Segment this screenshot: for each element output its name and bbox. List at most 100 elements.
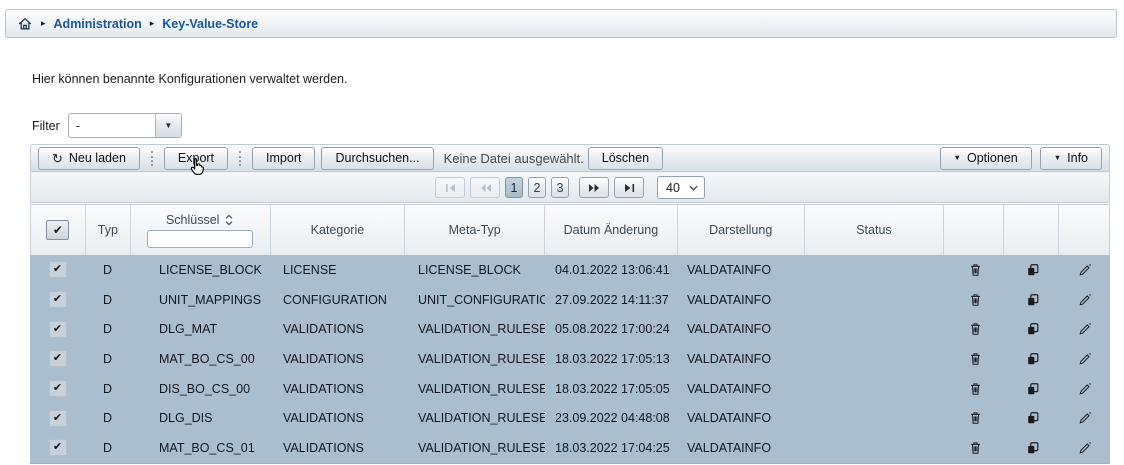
sort-icon (224, 214, 234, 226)
table-row[interactable]: ✔ D MAT_BO_CS_01 VALIDATIONS VALIDATION_… (30, 433, 1110, 463)
cell-datum-aenderung: 18.03.2022 17:04:25 (545, 441, 678, 455)
edit-row-button[interactable] (1060, 352, 1110, 366)
table-row[interactable]: ✔ D DLG_DIS VALIDATIONS VALIDATION_RULES… (30, 403, 1110, 433)
info-menu-button[interactable]: ▼ Info (1040, 147, 1102, 170)
check-icon: ✔ (53, 413, 62, 424)
copy-row-button[interactable] (1005, 263, 1060, 277)
delete-row-button[interactable] (945, 411, 1005, 425)
cell-schluessel: DLG_DIS (130, 411, 270, 425)
header-datum-label: Datum Änderung (564, 223, 659, 237)
edit-row-button[interactable] (1060, 382, 1110, 396)
reload-button[interactable]: ↻ Neu laden (38, 147, 140, 170)
cell-datum-aenderung: 18.03.2022 17:05:05 (545, 382, 678, 396)
rows-per-page-select[interactable]: 40 (657, 176, 705, 199)
delete-button-label: Löschen (602, 151, 649, 165)
edit-row-button[interactable] (1060, 441, 1110, 455)
trash-icon (969, 441, 982, 455)
cell-darstellung: VALDATAINFO (678, 382, 805, 396)
copy-row-button[interactable] (1005, 411, 1060, 425)
options-menu-button[interactable]: ▼ Optionen (940, 147, 1032, 170)
copy-icon (1026, 322, 1040, 336)
filter-dropdown-button[interactable]: ▼ (155, 114, 181, 137)
edit-row-button[interactable] (1060, 293, 1110, 307)
paginator-page-1[interactable]: 1 (505, 177, 523, 198)
row-checkbox[interactable]: ✔ (49, 439, 67, 456)
cell-darstellung: VALDATAINFO (678, 263, 805, 277)
copy-icon (1026, 441, 1040, 455)
copy-row-button[interactable] (1005, 352, 1060, 366)
delete-row-button[interactable] (945, 322, 1005, 336)
delete-row-button[interactable] (945, 441, 1005, 455)
delete-button[interactable]: Löschen (588, 147, 663, 170)
cell-meta-typ: UNIT_CONFIGURATION (405, 293, 545, 307)
schluessel-filter-input[interactable] (147, 230, 253, 248)
header-action-delete (944, 205, 1004, 255)
cell-darstellung: VALDATAINFO (678, 293, 805, 307)
breadcrumb: ▸ Administration ▸ Key-Value-Store (5, 9, 1117, 38)
home-icon[interactable] (17, 16, 33, 32)
table-row[interactable]: ✔ D MAT_BO_CS_00 VALIDATIONS VALIDATION_… (30, 344, 1110, 374)
row-checkbox[interactable]: ✔ (49, 350, 67, 367)
row-checkbox[interactable]: ✔ (49, 261, 67, 278)
paginator-last-button[interactable] (614, 177, 644, 198)
cell-meta-typ: LICENSE_BLOCK (405, 263, 545, 277)
copy-icon (1026, 382, 1040, 396)
edit-row-button[interactable] (1060, 263, 1110, 277)
check-icon: ✔ (53, 324, 62, 335)
header-kategorie: Kategorie (271, 205, 406, 255)
copy-row-button[interactable] (1005, 293, 1060, 307)
filter-dropdown-value[interactable]: - (69, 114, 155, 137)
header-typ: Typ (86, 205, 131, 255)
row-select-cell: ✔ (30, 350, 85, 367)
cell-darstellung: VALDATAINFO (678, 411, 805, 425)
edit-row-button[interactable] (1060, 411, 1110, 425)
copy-row-button[interactable] (1005, 382, 1060, 396)
breadcrumb-link-key-value-store[interactable]: Key-Value-Store (162, 17, 258, 31)
paginator-first-button (435, 177, 465, 198)
paginator-next-button[interactable] (579, 177, 609, 198)
delete-row-button[interactable] (945, 352, 1005, 366)
edit-row-button[interactable] (1060, 322, 1110, 336)
table-row[interactable]: ✔ D DLG_MAT VALIDATIONS VALIDATION_RULES… (30, 314, 1110, 344)
filter-dropdown[interactable]: - ▼ (68, 113, 182, 138)
breadcrumb-link-administration[interactable]: Administration (54, 17, 142, 31)
browse-file-button-label: Durchsuchen... (335, 151, 419, 165)
pencil-icon (1078, 352, 1092, 366)
row-checkbox[interactable]: ✔ (49, 291, 67, 308)
file-status-text: Keine Datei ausgewählt. (444, 151, 584, 166)
table-header-row: ✔ Typ Schlüssel Kategorie Meta-Typ Datum… (30, 204, 1110, 255)
header-darstellung: Darstellung (678, 205, 805, 255)
cell-darstellung: VALDATAINFO (678, 322, 805, 336)
copy-row-button[interactable] (1005, 322, 1060, 336)
row-checkbox[interactable]: ✔ (49, 321, 67, 338)
delete-row-button[interactable] (945, 293, 1005, 307)
delete-row-button[interactable] (945, 263, 1005, 277)
toolbar: ↻ Neu laden Export Import Durchsuchen...… (30, 144, 1110, 172)
delete-row-button[interactable] (945, 382, 1005, 396)
browse-file-button[interactable]: Durchsuchen... (321, 147, 433, 170)
cell-typ: D (85, 322, 130, 336)
trash-icon (969, 411, 982, 425)
export-button[interactable]: Export (164, 147, 228, 170)
table-row[interactable]: ✔ D LICENSE_BLOCK LICENSE LICENSE_BLOCK … (30, 255, 1110, 285)
import-button[interactable]: Import (252, 147, 315, 170)
paginator-page-3[interactable]: 3 (551, 177, 569, 198)
table-row[interactable]: ✔ D UNIT_MAPPINGS CONFIGURATION UNIT_CON… (30, 285, 1110, 315)
filter-row: Filter - ▼ (32, 113, 182, 138)
chevron-down-icon: ▼ (954, 154, 961, 162)
select-all-checkbox[interactable]: ✔ (46, 220, 69, 240)
copy-row-button[interactable] (1005, 441, 1060, 455)
header-action-copy (1004, 205, 1059, 255)
page-description: Hier können benannte Konfigurationen ver… (32, 72, 348, 86)
paginator-page-2[interactable]: 2 (528, 177, 546, 198)
cell-meta-typ: VALIDATION_RULESET (405, 352, 545, 366)
sort-schluessel[interactable]: Schlüssel (166, 213, 235, 227)
cell-typ: D (85, 263, 130, 277)
table-row[interactable]: ✔ D DIS_BO_CS_00 VALIDATIONS VALIDATION_… (30, 374, 1110, 404)
row-checkbox[interactable]: ✔ (49, 380, 67, 397)
pencil-icon (1078, 411, 1092, 425)
last-page-icon (623, 183, 636, 193)
cell-typ: D (85, 441, 130, 455)
row-checkbox[interactable]: ✔ (49, 410, 67, 427)
check-icon: ✔ (53, 224, 63, 236)
